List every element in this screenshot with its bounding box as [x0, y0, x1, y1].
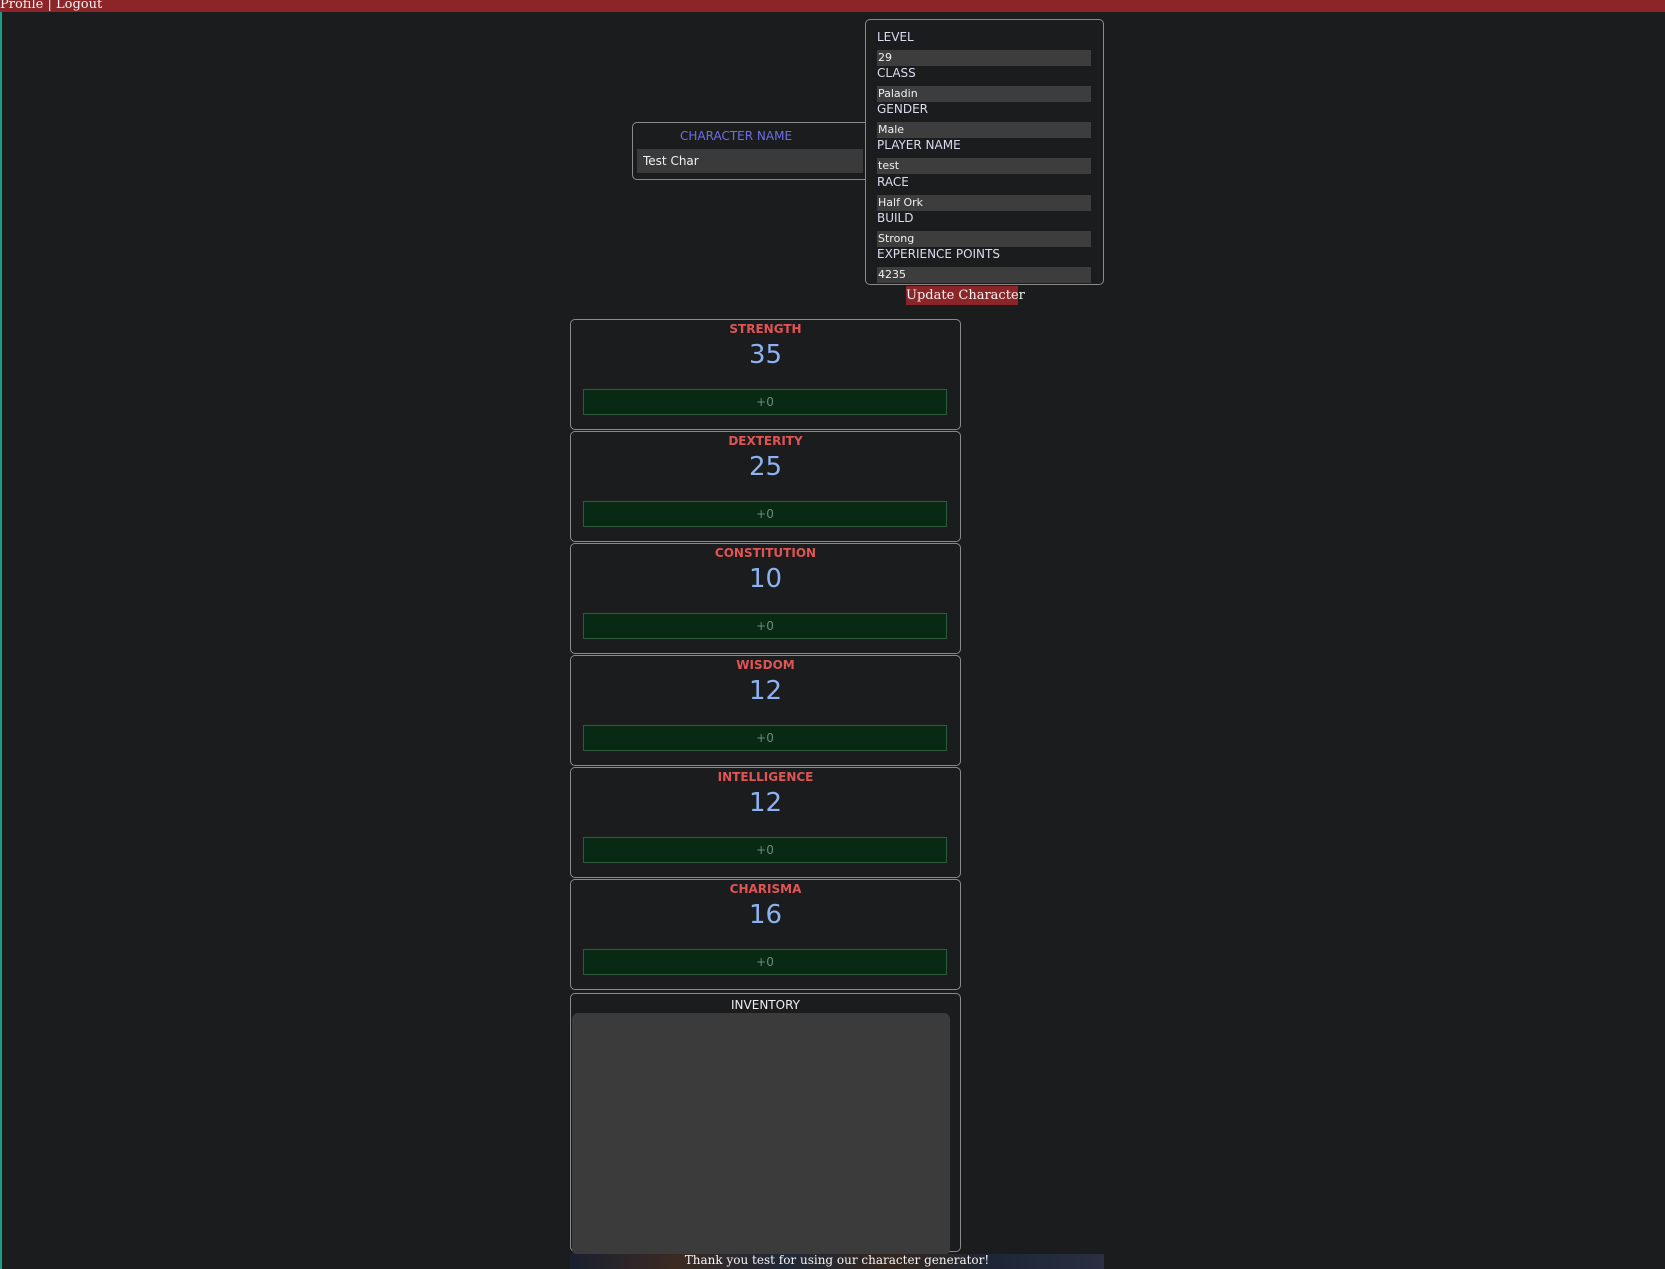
stat-value: 16 — [748, 900, 783, 930]
stat-value: 25 — [748, 452, 783, 482]
gender-input[interactable] — [877, 121, 1091, 138]
stat-modifier: +0 — [583, 837, 947, 863]
top-nav: Profile | Logout — [0, 0, 102, 12]
level-input[interactable] — [877, 49, 1091, 66]
experience-points-input[interactable] — [877, 266, 1091, 283]
character-name-panel: CHARACTER NAME — [632, 122, 872, 180]
stat-name: INTELLIGENCE — [717, 770, 814, 784]
stat-value: 12 — [748, 676, 783, 706]
inventory-panel: INVENTORY — [570, 993, 961, 1255]
character-details-panel: LEVEL CLASS GENDER PLAYER NAME RACE BUIL… — [865, 19, 1104, 285]
player-name-field: PLAYER NAME — [877, 137, 1091, 174]
player-name-label: PLAYER NAME — [877, 138, 961, 152]
build-field: BUILD — [877, 210, 1091, 247]
stat-wisdom: WISDOM 12 +0 — [570, 655, 961, 766]
stat-name: STRENGTH — [729, 322, 802, 336]
stat-modifier: +0 — [583, 949, 947, 975]
footer-banner: Thank you test for using our character g… — [570, 1253, 1104, 1269]
gender-label: GENDER — [877, 102, 929, 116]
stat-intelligence: INTELLIGENCE 12 +0 — [570, 767, 961, 878]
stat-name: DEXTERITY — [728, 434, 803, 448]
race-field: RACE — [877, 174, 1091, 211]
nav-separator: | — [47, 0, 52, 12]
stat-value: 12 — [748, 788, 783, 818]
top-bar — [0, 0, 1665, 12]
stat-modifier: +0 — [583, 389, 947, 415]
stat-dexterity: DEXTERITY 25 +0 — [570, 431, 961, 542]
character-name-label: CHARACTER NAME — [680, 129, 793, 143]
character-name-input[interactable] — [637, 149, 863, 173]
stat-modifier: +0 — [583, 613, 947, 639]
level-field: LEVEL — [877, 29, 1091, 66]
level-label: LEVEL — [877, 30, 914, 44]
update-character-button[interactable]: Update Character — [906, 286, 1025, 305]
stat-name: CHARISMA — [729, 882, 802, 896]
stat-constitution: CONSTITUTION 10 +0 — [570, 543, 961, 654]
logout-link[interactable]: Logout — [56, 0, 102, 12]
race-label: RACE — [877, 175, 909, 189]
build-input[interactable] — [877, 230, 1091, 247]
stat-name: CONSTITUTION — [714, 546, 817, 560]
stat-charisma: CHARISMA 16 +0 — [570, 879, 961, 990]
stat-modifier: +0 — [583, 501, 947, 527]
footer-message: Thank you test for using our character g… — [684, 1253, 990, 1267]
player-name-input[interactable] — [877, 157, 1091, 174]
class-input[interactable] — [877, 85, 1091, 102]
gender-field: GENDER — [877, 101, 1091, 138]
experience-points-field: EXPERIENCE POINTS — [877, 246, 1091, 283]
inventory-label: INVENTORY — [731, 998, 800, 1012]
inventory-textarea[interactable] — [572, 1013, 950, 1255]
stat-name: WISDOM — [736, 658, 795, 672]
stat-modifier: +0 — [583, 725, 947, 751]
race-input[interactable] — [877, 194, 1091, 211]
class-label: CLASS — [877, 66, 916, 80]
stat-strength: STRENGTH 35 +0 — [570, 319, 961, 430]
page-left-edge — [0, 0, 2, 1269]
stat-value: 10 — [748, 564, 783, 594]
profile-link[interactable]: Profile — [0, 0, 43, 12]
stat-value: 35 — [748, 340, 783, 370]
build-label: BUILD — [877, 211, 914, 225]
experience-points-label: EXPERIENCE POINTS — [877, 247, 1000, 261]
class-field: CLASS — [877, 65, 1091, 102]
